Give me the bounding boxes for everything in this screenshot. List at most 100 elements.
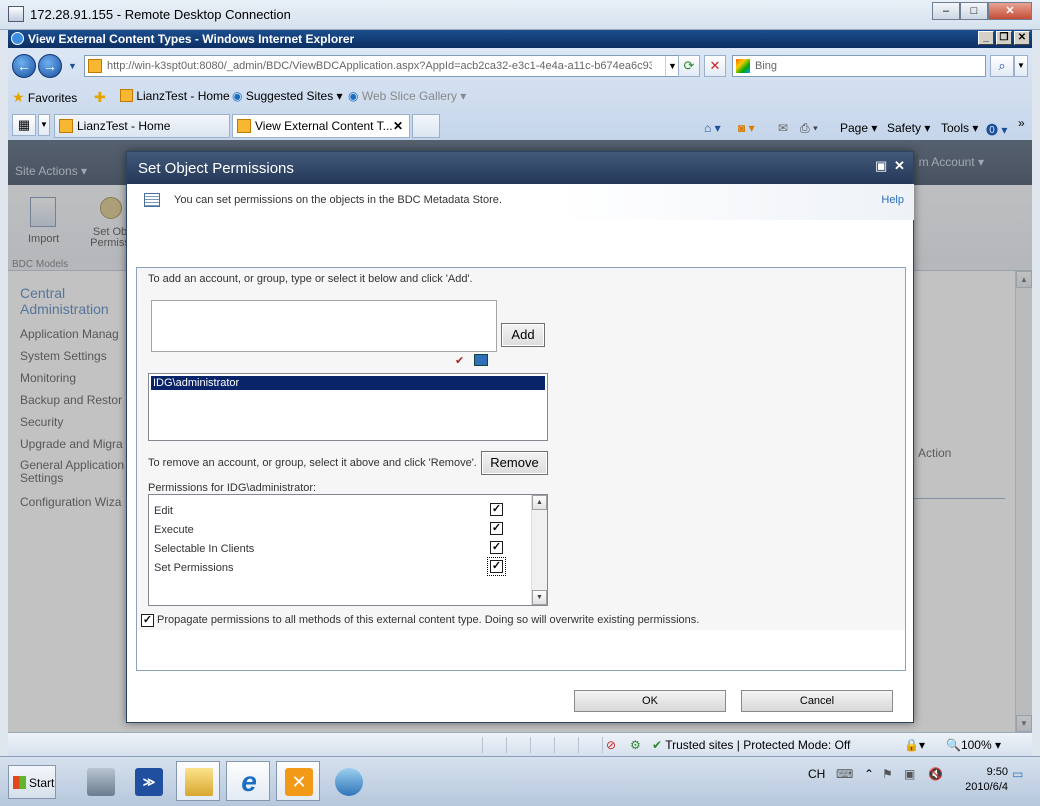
ie-restore-button[interactable]: ❐ <box>996 31 1012 45</box>
quick-tabs-icon[interactable]: ▦ <box>12 114 36 136</box>
volume-icon[interactable]: 🔇 <box>928 767 943 781</box>
ie-close-button[interactable]: ✕ <box>1014 31 1030 45</box>
close-icon[interactable]: ✕ <box>894 158 905 174</box>
search-icon[interactable]: ⌕ <box>990 55 1014 77</box>
permissions-scrollbar[interactable]: ▲ ▼ <box>531 495 547 605</box>
ok-button[interactable]: OK <box>574 690 726 712</box>
home-icon[interactable]: ⌂ ▾ <box>704 121 721 135</box>
fav-link-web-slice-gallery[interactable]: ◉ Web Slice Gallery ▾ <box>348 89 466 103</box>
permissions-for-label: Permissions for IDG\administrator: <box>148 482 317 494</box>
remove-button[interactable]: Remove <box>481 451 548 475</box>
history-dropdown-icon[interactable]: ▼ <box>68 61 77 71</box>
address-dropdown-icon[interactable]: ▼ <box>665 56 679 76</box>
clock-date: 2010/6/4 <box>965 781 1008 793</box>
add-button[interactable]: Add <box>501 323 545 347</box>
remove-instruction: To remove an account, or group, select i… <box>148 457 477 469</box>
check-names-icon[interactable]: ✔ <box>455 354 471 367</box>
fav-link-suggested-sites[interactable]: ◉ Suggested Sites ▾ <box>232 89 343 103</box>
page-menu[interactable]: Page ▾ <box>840 121 877 135</box>
search-options-icon[interactable]: ▼ <box>1014 55 1028 77</box>
new-tab-button[interactable] <box>412 114 440 138</box>
refresh-button[interactable]: ⟳ <box>678 55 700 77</box>
account-list[interactable]: IDG\administrator <box>148 373 548 441</box>
rdp-close-button[interactable]: ✕ <box>988 2 1032 20</box>
chevron-more-icon[interactable]: » <box>1018 116 1025 130</box>
ie-logo-icon <box>11 32 24 45</box>
address-bar[interactable]: http://win-k3spt0ut:8080/_admin/BDC/View… <box>84 55 680 77</box>
flag-icon[interactable]: ⚑ <box>882 767 893 781</box>
rdp-title-bar: 172.28.91.155 - Remote Desktop Connectio… <box>0 0 1040 30</box>
sharepoint-tab-icon <box>237 119 251 133</box>
permissions-list: Edit ✓ Execute ✓ Selectable In Clients ✓… <box>148 494 548 606</box>
add-favorites-icon[interactable]: ✚ <box>94 89 106 106</box>
perm-set-permissions-checkbox[interactable]: ✓ <box>487 557 506 576</box>
back-button[interactable]: ← <box>12 54 36 78</box>
keyboard-icon[interactable]: ⌨ <box>836 767 853 781</box>
maximize-icon[interactable]: ▣ <box>875 158 887 174</box>
scroll-down-icon[interactable]: ▼ <box>532 590 547 605</box>
tab-row: ▦ ▼ LianzTest - Home View External Conte… <box>8 112 1032 140</box>
perm-edit-label: Edit <box>154 505 173 517</box>
tools-menu[interactable]: Tools ▾ <box>941 121 978 135</box>
sharepoint-app[interactable] <box>326 761 370 801</box>
ie-window-title: View External Content Types - Windows In… <box>28 32 355 46</box>
ie-minimize-button[interactable]: _ <box>978 31 994 45</box>
zoom-icon: 🔍 <box>946 738 961 752</box>
help-icon[interactable]: ⓿ ▾ <box>986 121 1007 138</box>
browse-address-book-icon[interactable] <box>474 354 488 366</box>
network-icon[interactable]: ▣ <box>904 767 915 781</box>
sharepoint-tab-icon <box>59 119 73 133</box>
dialog-info-bar: You can set permissions on the objects i… <box>128 184 914 220</box>
help-link[interactable]: Help <box>881 194 904 206</box>
server-manager-icon <box>87 768 115 796</box>
addons-icon[interactable]: ⚙ <box>630 738 641 752</box>
clock[interactable]: 9:50 2010/6/4 <box>952 765 1008 795</box>
internet-explorer-app[interactable]: e <box>226 761 270 801</box>
language-indicator[interactable]: CH <box>808 767 825 781</box>
zoom-control[interactable]: 🔍100% ▾ <box>946 738 1001 752</box>
cancel-button[interactable]: Cancel <box>741 690 893 712</box>
tab-close-icon[interactable]: ✕ <box>393 119 403 133</box>
search-input[interactable]: Bing <box>755 60 777 72</box>
print-icon[interactable]: ⎙ ▾ <box>800 121 818 136</box>
perm-selectable-checkbox[interactable]: ✓ <box>490 541 503 554</box>
rdp-maximize-button[interactable]: □ <box>960 2 988 20</box>
tab-list-icon[interactable]: ▼ <box>38 114 50 136</box>
account-input[interactable] <box>151 300 497 352</box>
add-instruction: To add an account, or group, type or sel… <box>148 273 473 285</box>
stop-button[interactable]: ✕ <box>704 55 726 77</box>
forward-button[interactable]: → <box>38 54 62 78</box>
perm-edit-checkbox[interactable]: ✓ <box>490 503 503 516</box>
propagate-checkbox[interactable]: ✓ <box>141 614 154 627</box>
favorites-button[interactable]: ★ Favorites <box>12 89 77 106</box>
protected-mode-icon[interactable]: 🔒▾ <box>904 738 925 752</box>
account-list-item[interactable]: IDG\administrator <box>151 376 545 390</box>
rdp-title: 172.28.91.155 - Remote Desktop Connectio… <box>30 7 291 22</box>
show-desktop-icon[interactable]: ▭ <box>1012 767 1023 781</box>
address-url[interactable]: http://win-k3spt0ut:8080/_admin/BDC/View… <box>107 60 652 72</box>
feeds-icon[interactable]: ◙ ▾ <box>738 121 755 135</box>
show-hidden-icons[interactable]: ⌃ <box>864 767 874 781</box>
security-zone[interactable]: ✔ Trusted sites | Protected Mode: Off <box>652 738 850 752</box>
powershell-app[interactable]: ≫ <box>126 761 170 801</box>
perm-execute-checkbox[interactable]: ✓ <box>490 522 503 535</box>
ie-toolbar: ← → ▼ http://win-k3spt0ut:8080/_admin/BD… <box>8 48 1032 140</box>
start-button[interactable]: Start <box>8 765 56 799</box>
rdp-minimize-button[interactable]: – <box>932 2 960 20</box>
star-icon: ★ <box>12 89 25 105</box>
server-manager-app[interactable] <box>78 761 122 801</box>
mail-icon[interactable]: ✉ <box>778 121 788 135</box>
explorer-app[interactable] <box>176 761 220 801</box>
favorites-bar: ★ Favorites ✚ LianzTest - Home ◉ Suggest… <box>8 86 1032 108</box>
safety-menu[interactable]: Safety ▾ <box>887 121 930 135</box>
folder-icon <box>185 768 213 796</box>
scroll-up-icon[interactable]: ▲ <box>532 495 547 510</box>
tab-lianztest-home[interactable]: LianzTest - Home <box>54 114 230 138</box>
search-box[interactable]: Bing <box>732 55 986 77</box>
list-icon <box>144 193 160 207</box>
check-icon: ✔ <box>652 738 663 752</box>
tab-view-external-content[interactable]: View External Content T... ✕ <box>232 114 410 138</box>
popup-blocked-icon[interactable]: ⊘ <box>606 738 616 752</box>
fav-link-lianztest[interactable]: LianzTest - Home <box>120 89 230 103</box>
tools-app[interactable]: ✕ <box>276 761 320 801</box>
